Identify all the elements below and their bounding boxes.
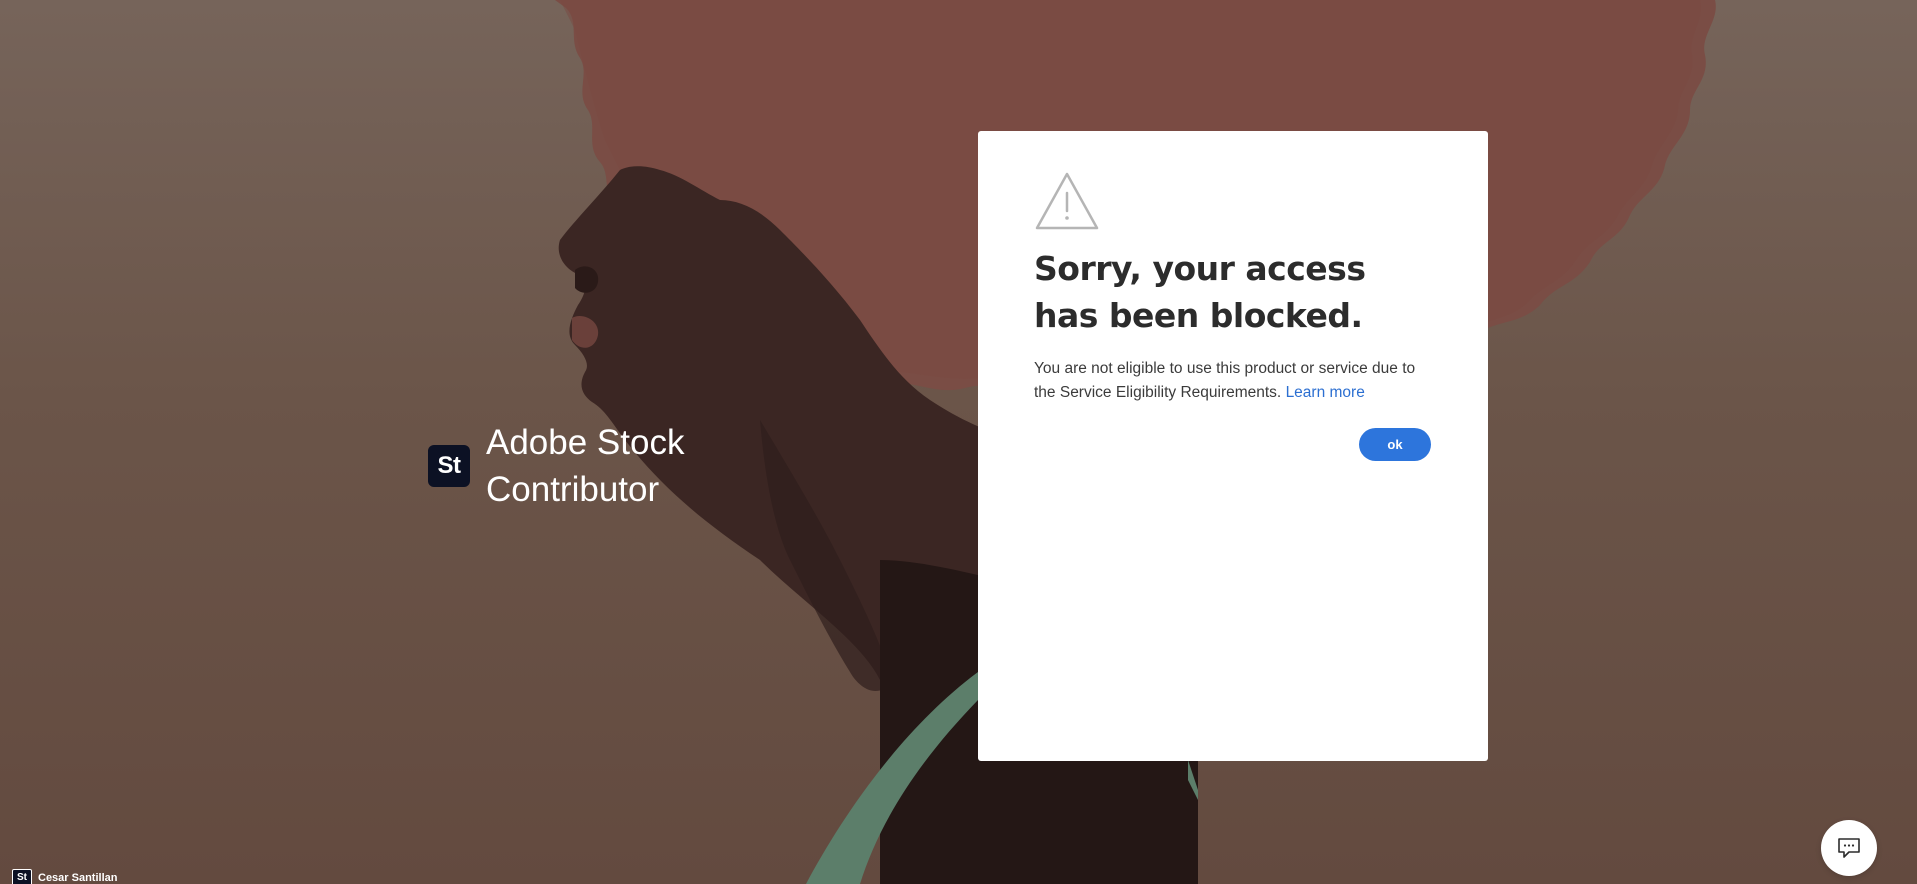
dialog-title: Sorry, your access has been blocked. xyxy=(1034,249,1366,335)
adobe-stock-logo-icon: St xyxy=(428,445,470,487)
chat-bubble-icon xyxy=(1838,838,1860,858)
background-illustration xyxy=(555,0,1716,884)
alert-triangle-icon xyxy=(1035,172,1099,230)
footer-user: St Cesar Santillan xyxy=(12,869,117,884)
brand: St Adobe Stock Contributor xyxy=(428,419,706,513)
footer-user-name: Cesar Santillan xyxy=(38,871,118,884)
learn-more-link[interactable]: Learn more xyxy=(1286,384,1365,401)
footer-stock-logo-icon: St xyxy=(12,869,32,884)
ok-button[interactable]: ok xyxy=(1359,428,1431,461)
brand-name: Adobe Stock Contributor xyxy=(486,423,685,509)
login-page: St Adobe Stock Contributor Sorry, your a… xyxy=(0,0,1917,884)
chat-button[interactable] xyxy=(1821,820,1877,876)
dialog-message: You are not eligible to use this product… xyxy=(1034,357,1434,405)
access-blocked-dialog: Sorry, your access has been blocked. You… xyxy=(978,131,1488,761)
